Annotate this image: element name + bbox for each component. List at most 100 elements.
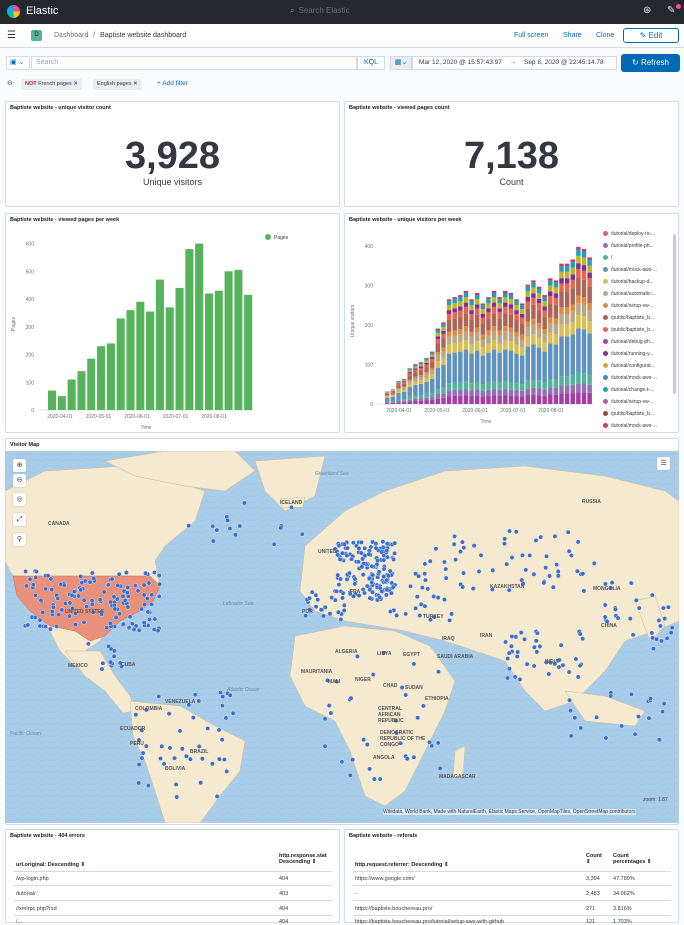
visitor-point xyxy=(26,623,30,627)
stacked-bar-segment xyxy=(481,391,485,397)
stacked-bar-segment xyxy=(492,389,496,395)
visitor-point xyxy=(462,546,466,550)
visitor-point xyxy=(178,729,182,733)
stacked-bar-segment xyxy=(559,272,563,279)
date-range-picker[interactable]: Mar 12, 2020 @ 15:57:43.97 → Sep 8, 2020… xyxy=(412,56,617,70)
filter-label: English pages xyxy=(97,81,132,87)
legend-item[interactable]: /public/baptiste_b... xyxy=(603,315,654,321)
column-header-status[interactable]: http.response.statDescending ⇕ xyxy=(279,853,327,865)
date-end[interactable]: Sep 8, 2020 @ 22:45:14.78 xyxy=(524,59,604,66)
table-cell[interactable]: /wp-login.php xyxy=(16,876,49,882)
clone-link[interactable]: Clone xyxy=(596,32,614,39)
column-header-referrer[interactable]: http.request.referrer: Descending ⇕ xyxy=(355,862,449,868)
date-start[interactable]: Mar 12, 2020 @ 15:57:43.97 xyxy=(419,59,502,66)
legend-item[interactable]: /tutorial/deploy-to-... xyxy=(603,231,655,237)
close-icon[interactable]: ✕ xyxy=(73,81,78,87)
legend-item[interactable]: /public/baptiste_b... xyxy=(603,411,654,417)
bar xyxy=(146,312,154,410)
close-icon[interactable]: ✕ xyxy=(133,81,138,87)
table-cell[interactable]: https://www.google.com/ xyxy=(355,876,415,882)
legend-item[interactable]: /tutorial/mock-aws-... xyxy=(603,423,657,429)
legend-item[interactable]: /tutorial/mock-aws-... xyxy=(603,375,657,381)
legend-item[interactable]: /tutorial/mock-aws-... xyxy=(603,267,657,273)
legend-item[interactable]: /tutorial/setup-sw-... xyxy=(603,399,655,405)
table-cell[interactable]: - xyxy=(355,891,357,897)
legend-item[interactable]: /tutorial/automatic-... xyxy=(603,291,656,297)
global-search[interactable]: ⌕Search Elastic xyxy=(290,6,350,16)
table-cell[interactable]: /... xyxy=(16,919,22,925)
visitor-point xyxy=(238,524,242,528)
filter-options-icon[interactable]: ⊖ xyxy=(7,79,13,87)
stacked-bar-segment xyxy=(554,305,558,319)
stacked-bar-segment xyxy=(514,390,518,396)
legend-scrollbar[interactable] xyxy=(673,234,676,394)
visitor-point xyxy=(381,540,385,544)
visitor-point xyxy=(140,756,144,760)
visitor-point xyxy=(56,596,60,600)
kql-toggle[interactable]: KQL xyxy=(357,56,385,70)
legend-item[interactable]: /tutorial/backup-d... xyxy=(603,279,654,285)
filter-pill-french[interactable]: NOT French pages ✕ xyxy=(21,79,82,90)
calendar-icon[interactable]: ▦⌄ xyxy=(390,56,412,70)
legend-label: /public/baptiste_b... xyxy=(611,315,654,321)
visitor-point xyxy=(385,542,389,546)
saved-query-button[interactable]: ▣ ⌄ xyxy=(6,56,30,70)
stacked-bar-segment xyxy=(587,257,591,260)
column-header-count[interactable]: Count⇕ xyxy=(586,853,602,865)
legend-item[interactable]: /tutorial/running-y... xyxy=(603,351,653,357)
menu-icon[interactable]: ☰ xyxy=(7,30,16,41)
filter-pill-english[interactable]: English pages ✕ xyxy=(93,79,142,90)
breadcrumb-root[interactable]: Dashboard xyxy=(54,32,88,39)
stacked-bar-segment xyxy=(542,390,546,396)
world-map-svg xyxy=(5,451,679,823)
add-filter-link[interactable]: + Add filter xyxy=(157,80,188,87)
visitor-map[interactable]: CANADA UNITED STATES MEXICO CUBA COLOMBI… xyxy=(5,451,679,823)
query-input[interactable]: Search xyxy=(31,56,357,70)
zoom-out-button[interactable]: ⊖ xyxy=(13,474,26,487)
date-arrow: → xyxy=(510,59,517,66)
layer-list-icon[interactable]: ☰ xyxy=(657,457,670,470)
visitor-point xyxy=(613,607,617,611)
reset-view-button[interactable]: ◎ xyxy=(13,493,26,506)
legend-item[interactable]: /tutorial/profile-ph... xyxy=(603,243,654,249)
legend-label: /tutorial/automatic-... xyxy=(611,291,656,297)
legend-item[interactable]: /public/baptiste_b... xyxy=(603,327,654,333)
table-cell[interactable]: https://baptiste.bouchereau.pro/ xyxy=(355,906,432,912)
stacked-bar-segment xyxy=(531,287,535,293)
legend-item[interactable]: / xyxy=(603,255,612,261)
refresh-button[interactable]: ↻ Refresh xyxy=(621,54,680,72)
app-badge[interactable]: D xyxy=(31,30,42,41)
full-screen-link[interactable]: Full screen xyxy=(514,32,548,39)
zoom-in-button[interactable]: ⊕ xyxy=(13,459,26,472)
stacked-bar-segment xyxy=(436,389,440,394)
panel-unique-visitors: Baptiste website - unique visitor count … xyxy=(5,101,340,207)
help-icon[interactable]: ⊛ xyxy=(643,5,651,16)
visitor-point xyxy=(90,571,94,575)
save-icon: ▣ ⌄ xyxy=(10,59,24,66)
news-icon[interactable]: ✎ xyxy=(667,5,675,16)
legend-item[interactable]: /tutorial/configurat... xyxy=(603,363,655,369)
table-cell[interactable]: //xmlrpc.php?rsd xyxy=(16,906,57,912)
elastic-logo-icon[interactable] xyxy=(7,5,20,18)
stacked-bar-segment xyxy=(452,335,456,343)
visitor-point xyxy=(228,693,232,697)
column-header-url[interactable]: url.original: Descending ⇕ xyxy=(16,862,85,868)
stacked-bar-segment xyxy=(537,381,541,389)
stacked-bar-segment xyxy=(497,335,501,343)
table-cell[interactable]: https://baptiste.bouchereau.pro/tutorial… xyxy=(355,919,504,925)
legend-item[interactable]: /tutorial/debug-ph... xyxy=(603,339,654,345)
visitor-point xyxy=(126,605,130,609)
visitor-point xyxy=(43,587,47,591)
edit-button[interactable]: ✎ Edit xyxy=(623,28,679,43)
stacked-bar-segment xyxy=(565,272,569,279)
legend-item[interactable]: /tutorial/change-t-... xyxy=(603,387,654,393)
legend-item[interactable]: /tutorial/setup-sw-... xyxy=(603,303,655,309)
column-header-percentages[interactable]: Countpercentages ⇕ xyxy=(613,853,652,865)
share-link[interactable]: Share xyxy=(563,32,582,39)
stacked-bar-segment xyxy=(548,278,552,280)
stacked-bar-segment xyxy=(537,348,541,381)
fullscreen-map-icon[interactable]: ⤢ xyxy=(13,513,26,526)
table-cell[interactable]: /tutorial/ xyxy=(16,891,36,897)
draw-tool-icon[interactable]: ⚲ xyxy=(13,533,26,546)
edit-button-label: Edit xyxy=(649,31,663,40)
